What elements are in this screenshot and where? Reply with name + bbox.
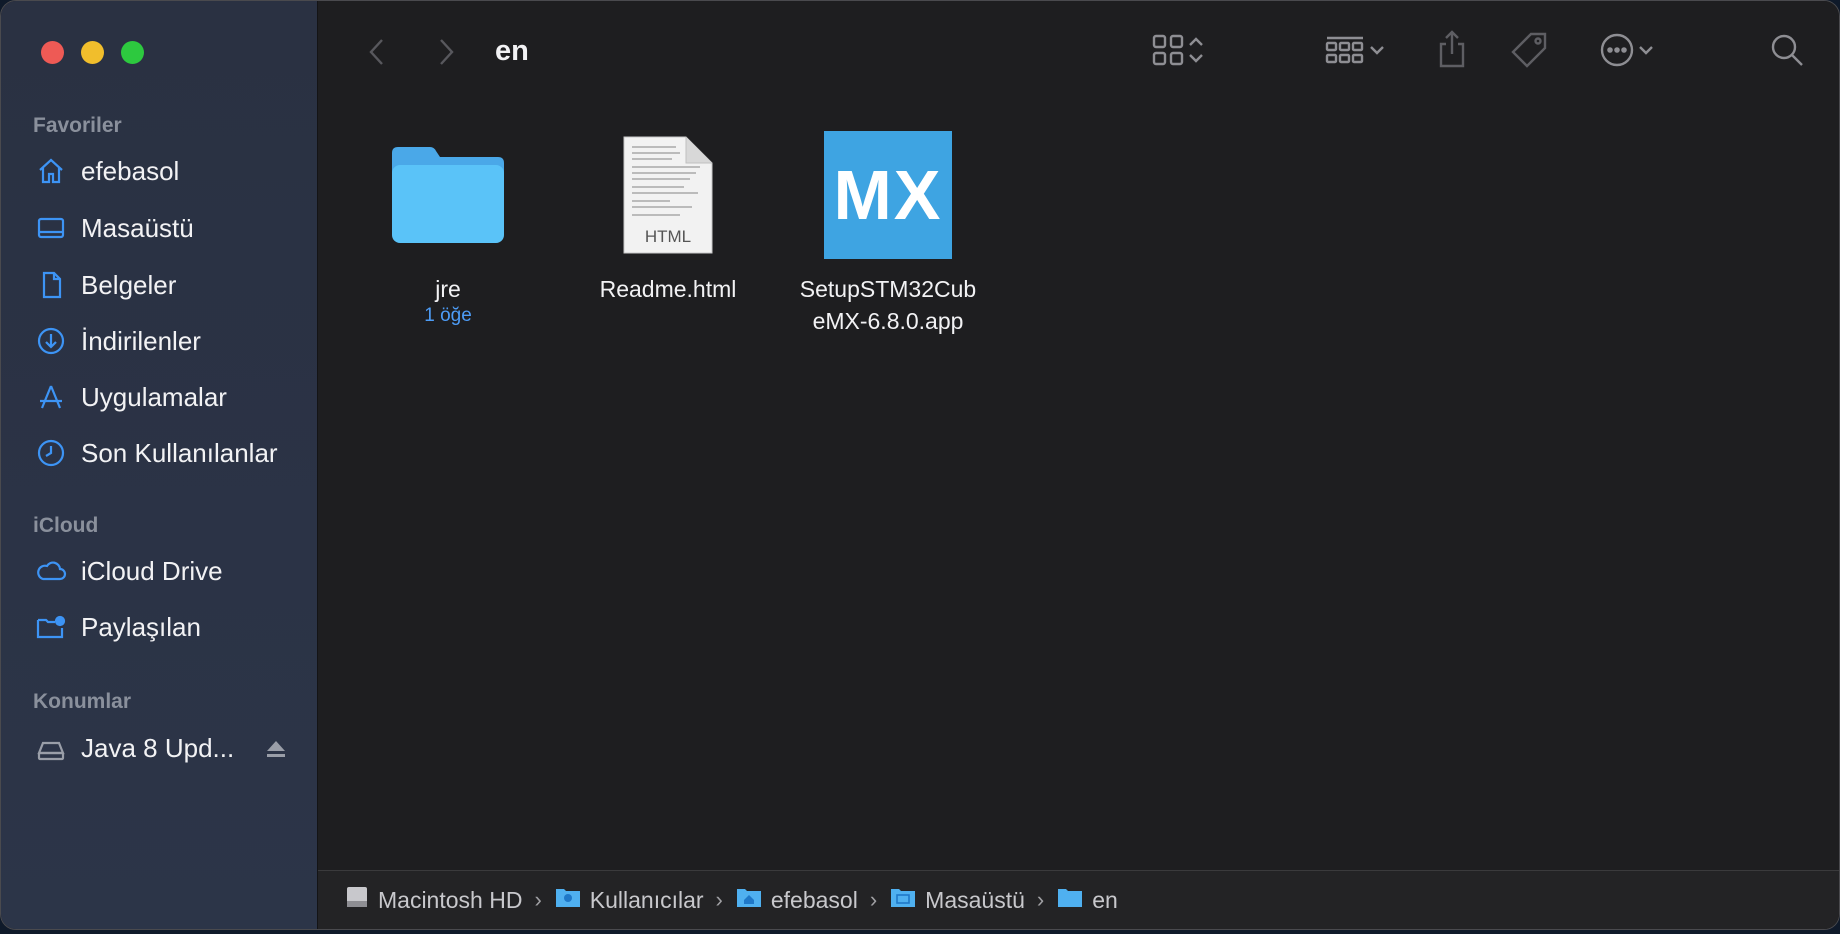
- sidebar-item-downloads[interactable]: İndirilenler: [33, 321, 303, 361]
- cloud-icon: [33, 553, 69, 589]
- desktop-icon: [33, 210, 69, 246]
- shared-folder-icon: [33, 609, 69, 645]
- chevron-right-icon: ›: [869, 887, 878, 912]
- file-name: jre: [435, 276, 461, 302]
- drive-icon: [33, 730, 69, 766]
- clock-icon: [33, 435, 69, 471]
- sidebar-item-label: Java 8 Upd...: [81, 732, 235, 763]
- app-icon-tile: MX: [824, 131, 952, 259]
- crumb-label: efebasol: [770, 886, 858, 913]
- file-item-readme[interactable]: HTML Readme.html: [558, 131, 778, 305]
- group-icon: [1324, 33, 1366, 72]
- home-icon: [33, 153, 69, 189]
- crumb-label: Kullanıcılar: [589, 886, 704, 913]
- sidebar-item-label: Son Kullanılanlar: [81, 437, 278, 468]
- share-button[interactable]: [1432, 29, 1472, 73]
- sidebar: Favoriler efebasol Masaüstü Belgeler İnd…: [1, 1, 318, 929]
- sidebar-item-label: Belgeler: [81, 269, 177, 300]
- file-name: Readme.html: [599, 276, 737, 302]
- path-bar: Macintosh HD › Kullanıcılar › efebasol ›: [318, 870, 1839, 929]
- folder-icon: [338, 131, 558, 259]
- eject-icon[interactable]: [265, 736, 287, 767]
- file-name-line1: SetupSTM32Cub: [799, 276, 977, 302]
- file-item-setup-app[interactable]: MX SetupSTM32Cub eMX-6.8.0.app: [778, 131, 998, 337]
- window-controls: [41, 41, 144, 64]
- file-item-jre[interactable]: jre 1 öğe: [338, 131, 558, 327]
- file-name-line2: eMX-6.8.0.app: [812, 308, 964, 334]
- sidebar-item-icloud-drive[interactable]: iCloud Drive: [33, 551, 303, 591]
- chevron-updown-icon: [1185, 33, 1207, 72]
- sidebar-item-documents[interactable]: Belgeler: [33, 265, 303, 305]
- toolbar: en: [318, 1, 1839, 105]
- section-title-locations: Konumlar: [33, 690, 132, 713]
- sidebar-item-desktop[interactable]: Masaüstü: [33, 208, 303, 248]
- sidebar-item-java-volume[interactable]: Java 8 Upd...: [33, 728, 303, 768]
- section-title-icloud: iCloud: [33, 514, 99, 537]
- zoom-button[interactable]: [121, 41, 144, 64]
- search-icon: [1769, 32, 1805, 73]
- crumb-macintosh-hd[interactable]: Macintosh HD: [344, 884, 522, 916]
- document-icon: [33, 267, 69, 303]
- sidebar-item-shared[interactable]: Paylaşılan: [33, 607, 303, 647]
- crumb-label: Masaüstü: [925, 886, 1025, 913]
- main-content: en jre 1 öğe HTML Readme.html MX SetupST…: [318, 1, 1839, 929]
- share-icon: [1436, 29, 1468, 74]
- chevron-right-icon: ›: [715, 887, 723, 912]
- section-title-favorites: Favoriler: [33, 114, 122, 137]
- sidebar-item-label: Uygulamalar: [81, 381, 227, 412]
- file-subtitle: 1 öğe: [424, 305, 472, 326]
- chevron-down-icon: [1635, 33, 1657, 72]
- sidebar-item-label: Masaüstü: [81, 212, 194, 243]
- download-icon: [33, 323, 69, 359]
- back-button[interactable]: [362, 35, 392, 69]
- hard-drive-icon: [344, 884, 378, 916]
- minimize-button[interactable]: [81, 41, 104, 64]
- view-mode-button[interactable]: [1144, 33, 1214, 71]
- sidebar-item-label: İndirilenler: [81, 325, 201, 356]
- search-button[interactable]: [1766, 31, 1808, 73]
- sidebar-item-label: Paylaşılan: [81, 611, 201, 642]
- sidebar-item-recents[interactable]: Son Kullanılanlar: [33, 433, 303, 473]
- window-title: en: [495, 35, 529, 67]
- crumb-desktop[interactable]: Masaüstü: [889, 885, 1025, 915]
- folder-icon: [1056, 885, 1092, 915]
- forward-button[interactable]: [431, 35, 461, 69]
- ellipsis-circle-icon: [1599, 32, 1635, 73]
- chevron-right-icon: ›: [1036, 887, 1045, 912]
- users-folder-icon: [554, 885, 590, 915]
- more-actions-button[interactable]: [1592, 31, 1664, 73]
- finder-window: Favoriler efebasol Masaüstü Belgeler İnd…: [0, 0, 1840, 930]
- crumb-efebasol[interactable]: efebasol: [735, 885, 858, 915]
- crumb-label: Macintosh HD: [378, 886, 523, 913]
- group-button[interactable]: [1318, 33, 1394, 71]
- stm32cubemx-app-icon: MX: [778, 131, 998, 259]
- applications-icon: [33, 379, 69, 415]
- chevron-right-icon: ›: [534, 887, 542, 912]
- crumb-label: en: [1092, 886, 1118, 913]
- sidebar-item-home[interactable]: efebasol: [33, 151, 303, 191]
- grid-view-icon: [1151, 33, 1185, 72]
- close-button[interactable]: [41, 41, 64, 64]
- crumb-en[interactable]: en: [1056, 885, 1118, 915]
- tag-button[interactable]: [1508, 31, 1550, 73]
- chevron-down-icon: [1366, 33, 1388, 72]
- sidebar-item-label: iCloud Drive: [81, 555, 223, 586]
- file-badge: HTML: [644, 227, 692, 246]
- desktop-folder-icon: [889, 885, 925, 915]
- sidebar-item-label: efebasol: [81, 155, 180, 186]
- sidebar-item-applications[interactable]: Uygulamalar: [33, 377, 303, 417]
- crumb-users[interactable]: Kullanıcılar: [554, 885, 704, 915]
- tag-icon: [1509, 30, 1549, 75]
- home-folder-icon: [735, 885, 771, 915]
